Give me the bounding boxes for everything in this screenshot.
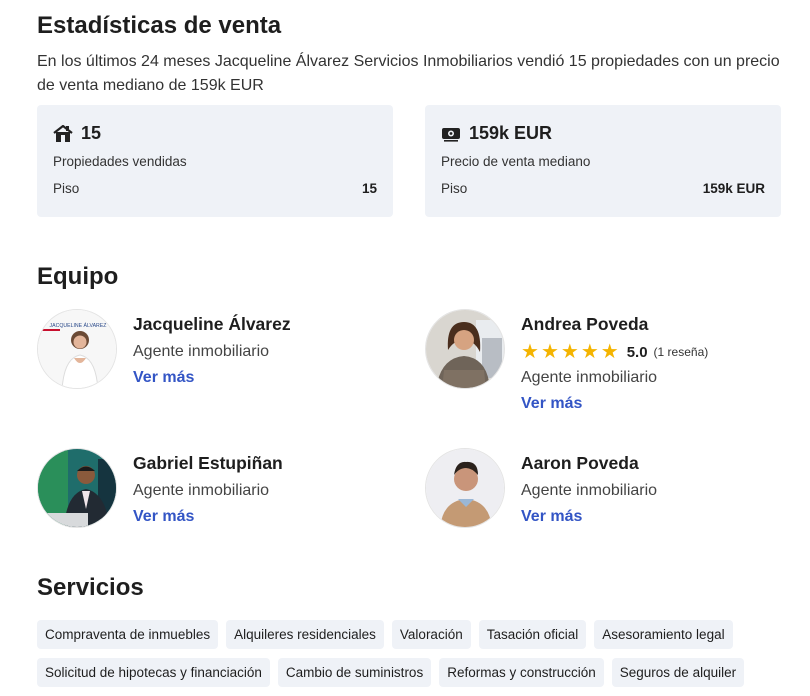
service-tag[interactable]: Solicitud de hipotecas y financiación bbox=[37, 658, 270, 687]
service-tag[interactable]: Valoración bbox=[391, 620, 471, 649]
house-icon bbox=[53, 124, 73, 144]
star-icon: ★ bbox=[560, 341, 579, 363]
service-tag[interactable]: Alquileres residenciales bbox=[226, 620, 384, 649]
avatar bbox=[425, 309, 505, 389]
stat-row-label: Piso bbox=[441, 181, 468, 196]
agent-card-andrea-poveda: Andrea Poveda ★ ★ ★ ★ ★ 5.0 (1 reseña) A… bbox=[425, 309, 708, 415]
star-icon: ★ bbox=[600, 341, 619, 363]
agent-name: Jacqueline Álvarez bbox=[133, 314, 291, 334]
avatar-logo-text: JACQUELINE ÁLVAREZ bbox=[50, 322, 107, 329]
agent-role: Agente inmobiliario bbox=[521, 482, 658, 499]
sales-stats-intro: En los últimos 24 meses Jacqueline Álvar… bbox=[37, 53, 780, 94]
tag-row: Compraventa de inmuebles Alquileres resi… bbox=[37, 620, 797, 649]
stat-card-median-price: 159k EUR Precio de venta mediano Piso 15… bbox=[425, 105, 781, 217]
agent-name: Aaron Poveda bbox=[521, 453, 639, 473]
ver-mas-link[interactable]: Ver más bbox=[521, 393, 582, 415]
stat-row-value: 15 bbox=[361, 181, 377, 196]
star-icon: ★ bbox=[540, 341, 559, 363]
tag-row: Solicitud de hipotecas y financiación Ca… bbox=[37, 658, 797, 687]
stat-row-value: 159k EUR bbox=[702, 181, 765, 196]
service-tag[interactable]: Asesoramiento legal bbox=[594, 620, 733, 649]
stat-row-label: Piso bbox=[53, 181, 80, 196]
agent-card-gabriel-estupinan: Gabriel Estupiñan Agente inmobiliario Ve… bbox=[37, 448, 283, 528]
agent-rating: ★ ★ ★ ★ ★ 5.0 (1 reseña) bbox=[521, 341, 708, 363]
stat-value: 15 bbox=[81, 123, 102, 143]
ver-mas-link[interactable]: Ver más bbox=[133, 506, 194, 528]
money-icon bbox=[441, 124, 461, 144]
agent-card-aaron-poveda: Aaron Poveda Agente inmobiliario Ver más bbox=[425, 448, 657, 528]
agent-name: Andrea Poveda bbox=[521, 314, 649, 334]
agent-role: Agente inmobiliario bbox=[133, 343, 270, 360]
stat-value: 159k EUR bbox=[469, 123, 553, 143]
stat-row: Piso 15 bbox=[53, 181, 377, 196]
agent-role: Agente inmobiliario bbox=[133, 482, 270, 499]
stat-label: Propiedades vendidas bbox=[53, 154, 187, 169]
ver-mas-link[interactable]: Ver más bbox=[521, 506, 582, 528]
agent-name: Gabriel Estupiñan bbox=[133, 453, 283, 473]
agent-role: Agente inmobiliario bbox=[521, 369, 658, 386]
agent-card-jacqueline-alvarez: JACQUELINE ÁLVAREZ Jacqueline Álvarez Ag… bbox=[37, 309, 291, 389]
service-tag[interactable]: Compraventa de inmuebles bbox=[37, 620, 219, 649]
avatar: JACQUELINE ÁLVAREZ bbox=[37, 309, 117, 389]
rating-count[interactable]: (1 reseña) bbox=[654, 345, 709, 359]
service-tag[interactable]: Reformas y construcción bbox=[439, 658, 604, 687]
stat-card-properties-sold: 15 Propiedades vendidas Piso 15 bbox=[37, 105, 393, 217]
ver-mas-link[interactable]: Ver más bbox=[133, 367, 194, 389]
services-title: Servicios bbox=[37, 574, 144, 601]
service-tag[interactable]: Cambio de suministros bbox=[277, 658, 432, 687]
sales-stats-title: Estadísticas de venta bbox=[37, 12, 282, 39]
service-tag[interactable]: Seguros de alquiler bbox=[611, 658, 745, 687]
stat-row: Piso 159k EUR bbox=[441, 181, 765, 196]
rating-value: 5.0 bbox=[626, 343, 648, 361]
page: Estadísticas de venta En los últimos 24 … bbox=[0, 0, 810, 687]
star-icon: ★ bbox=[521, 341, 539, 363]
service-tag[interactable]: Tasación oficial bbox=[478, 620, 587, 649]
stat-label: Precio de venta mediano bbox=[441, 154, 591, 169]
avatar bbox=[425, 448, 505, 528]
avatar bbox=[37, 448, 117, 528]
star-icon: ★ bbox=[580, 341, 599, 363]
team-title: Equipo bbox=[37, 263, 119, 290]
